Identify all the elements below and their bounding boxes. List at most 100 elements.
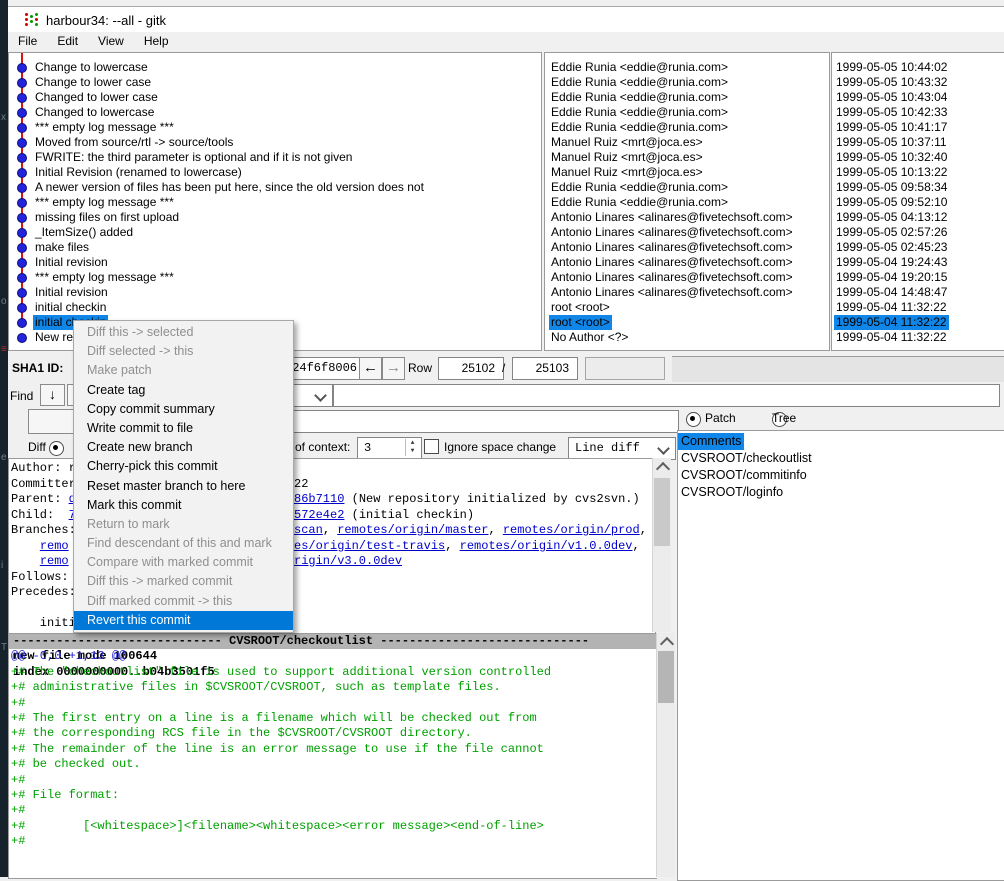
commit-author-cell[interactable]: Eddie Runia <eddie@runia.com> (549, 90, 730, 105)
file-list-item[interactable]: CVSROOT/loginfo (678, 484, 786, 501)
commit-subject-cell[interactable]: New re (33, 330, 75, 345)
commit-subject-cell[interactable]: Change to lowercase (33, 60, 150, 75)
commit-subject-cell[interactable]: initial checkin (33, 300, 108, 315)
menubar-item-file[interactable]: File (8, 32, 47, 48)
commit-date-list[interactable]: 1999-05-05 10:44:021999-05-05 10:43:3219… (831, 52, 1004, 351)
patch-radio-label[interactable]: Patch (705, 411, 736, 425)
context-menu-item[interactable]: Mark this commit (74, 496, 293, 515)
commit-author-cell[interactable]: root <root> (549, 315, 612, 330)
commit-author-cell[interactable]: Eddie Runia <eddie@runia.com> (549, 105, 730, 120)
commit-subject-cell[interactable]: Initial Revision (renamed to lowercase) (33, 165, 244, 180)
commit-author-cell[interactable]: Antonio Linares <alinares@fivetechsoft.c… (549, 225, 795, 240)
context-menu-item[interactable]: Reset master branch to here (74, 477, 293, 496)
menubar-item-help[interactable]: Help (134, 32, 179, 48)
commit-link[interactable]: rigin/v3.0.0dev (294, 554, 402, 568)
file-list-panel[interactable]: CommentsCVSROOT/checkoutlistCVSROOT/comm… (677, 430, 1004, 881)
context-menu-item[interactable]: Revert this commit (74, 611, 293, 630)
menubar-item-view[interactable]: View (88, 32, 134, 48)
scrollbar-thumb[interactable] (658, 651, 674, 703)
scrollbar-thumb[interactable] (654, 478, 670, 546)
file-list-item[interactable]: Comments (678, 433, 744, 450)
commit-author-cell[interactable]: root <root> (549, 300, 612, 315)
commit-subject-list[interactable]: Change to lowercaseChange to lower case C… (8, 52, 542, 351)
diff-mode-combobox[interactable]: Line diff (568, 437, 676, 460)
commit-date-cell[interactable]: 1999-05-04 11:32:22 (834, 300, 949, 315)
context-menu-item[interactable]: Copy commit summary (74, 400, 293, 419)
commit-author-cell[interactable]: Antonio Linares <alinares@fivetechsoft.c… (549, 270, 795, 285)
forward-button[interactable]: → (382, 357, 405, 380)
commit-subject-cell[interactable]: Changed to lowercase (33, 105, 156, 120)
context-menu-item[interactable]: Create tag (74, 381, 293, 400)
commit-date-cell[interactable]: 1999-05-05 10:42:33 (834, 105, 949, 120)
commit-author-cell[interactable]: Eddie Runia <eddie@runia.com> (549, 180, 730, 195)
commit-subject-cell[interactable]: missing files on first upload (33, 210, 181, 225)
diff-radio[interactable] (49, 441, 64, 456)
commit-author-cell[interactable]: Manuel Ruiz <mrt@joca.es> (549, 150, 705, 165)
commit-subject-cell[interactable]: Moved from source/rtl -> source/tools (33, 135, 235, 150)
commit-date-cell[interactable]: 1999-05-05 09:52:10 (834, 195, 949, 210)
back-button[interactable]: ← (359, 357, 382, 380)
scroll-up-icon[interactable] (656, 462, 670, 476)
commit-author-cell[interactable]: Manuel Ruiz <mrt@joca.es> (549, 135, 705, 150)
commit-date-cell[interactable]: 1999-05-04 19:20:15 (834, 270, 949, 285)
commit-author-cell[interactable]: Manuel Ruiz <mrt@joca.es> (549, 165, 705, 180)
file-list-item[interactable]: CVSROOT/checkoutlist (678, 450, 815, 467)
commit-author-cell[interactable]: Antonio Linares <alinares@fivetechsoft.c… (549, 255, 795, 270)
commit-subject-cell[interactable]: *** empty log message *** (33, 120, 176, 135)
details-scrollbar[interactable] (652, 458, 671, 632)
commit-subject-cell[interactable]: Change to lower case (33, 75, 153, 90)
scroll-up-icon[interactable] (660, 637, 674, 651)
commit-link[interactable]: es/origin/test-travis (294, 539, 445, 553)
commit-date-cell[interactable]: 1999-05-05 10:37:11 (834, 135, 949, 150)
commit-subject-cell[interactable]: *** empty log message *** (33, 270, 176, 285)
diff-pane[interactable]: ----------------------------- CVSROOT/ch… (8, 633, 657, 879)
commit-link[interactable]: remotes/origin/v1.0.0dev (460, 539, 633, 553)
commit-date-cell[interactable]: 1999-05-05 10:43:04 (834, 90, 949, 105)
row-current-field[interactable]: 25102 (438, 357, 504, 380)
find-input[interactable] (333, 384, 1000, 407)
ignore-space-label[interactable]: Ignore space change (444, 440, 556, 454)
diff-scrollbar[interactable] (656, 633, 675, 877)
commit-author-cell[interactable]: Antonio Linares <alinares@fivetechsoft.c… (549, 240, 795, 255)
context-spinner[interactable]: 3 ▲▼ (357, 437, 422, 460)
ignore-space-checkbox[interactable] (424, 439, 439, 454)
commit-link[interactable]: remotes/origin/prod (503, 523, 640, 537)
commit-date-cell[interactable]: 1999-05-05 10:41:17 (834, 120, 949, 135)
commit-date-cell[interactable]: 1999-05-05 04:13:12 (834, 210, 949, 225)
commit-link[interactable]: remo (40, 539, 69, 553)
commit-link[interactable]: 86b7110 (294, 492, 344, 506)
commit-link[interactable]: scan (294, 523, 323, 537)
commit-author-cell[interactable]: Eddie Runia <eddie@runia.com> (549, 60, 730, 75)
commit-subject-cell[interactable]: A newer version of files has been put he… (33, 180, 426, 195)
commit-subject-cell[interactable]: make files (33, 240, 91, 255)
commit-date-cell[interactable]: 1999-05-05 09:58:34 (834, 180, 949, 195)
window-titlebar[interactable]: harbour34: --all - gitk (8, 6, 1004, 33)
menubar-item-edit[interactable]: Edit (47, 32, 88, 48)
patch-radio[interactable] (686, 412, 701, 427)
commit-author-cell[interactable]: Antonio Linares <alinares@fivetechsoft.c… (549, 210, 795, 225)
commit-author-cell[interactable]: Antonio Linares <alinares@fivetechsoft.c… (549, 285, 795, 300)
commit-subject-cell[interactable]: Initial revision (33, 255, 110, 270)
commit-subject-cell[interactable]: *** empty log message *** (33, 195, 176, 210)
commit-date-cell[interactable]: 1999-05-04 11:32:22 (834, 315, 949, 330)
commit-subject-cell[interactable]: FWRITE: the third parameter is optional … (33, 150, 354, 165)
commit-date-cell[interactable]: 1999-05-05 10:44:02 (834, 60, 949, 75)
commit-link[interactable]: remotes/origin/master (337, 523, 488, 537)
context-menu-item[interactable]: Write commit to file (74, 419, 293, 438)
commit-date-cell[interactable]: 1999-05-04 11:32:22 (834, 330, 949, 345)
context-menu-item[interactable]: Create new branch (74, 438, 293, 457)
row-total-field[interactable]: 25103 (512, 357, 578, 380)
tree-radio-label[interactable]: Tree (772, 411, 796, 425)
spinner-arrows-icon[interactable]: ▲▼ (405, 439, 419, 456)
commit-date-cell[interactable]: 1999-05-05 10:13:22 (834, 165, 949, 180)
commit-author-cell[interactable]: Eddie Runia <eddie@runia.com> (549, 195, 730, 210)
commit-subject-cell[interactable]: Initial revision (33, 285, 110, 300)
commit-author-cell[interactable]: No Author <?> (549, 330, 630, 345)
find-label[interactable]: Find (10, 389, 33, 403)
commit-date-cell[interactable]: 1999-05-05 10:32:40 (834, 150, 949, 165)
diff-radio-label[interactable]: Diff (28, 440, 46, 454)
commit-date-cell[interactable]: 1999-05-04 14:48:47 (834, 285, 949, 300)
commit-author-cell[interactable]: Eddie Runia <eddie@runia.com> (549, 75, 730, 90)
commit-author-list[interactable]: Eddie Runia <eddie@runia.com>Eddie Runia… (544, 52, 830, 351)
commit-link[interactable]: 572e4e2 (294, 508, 344, 522)
